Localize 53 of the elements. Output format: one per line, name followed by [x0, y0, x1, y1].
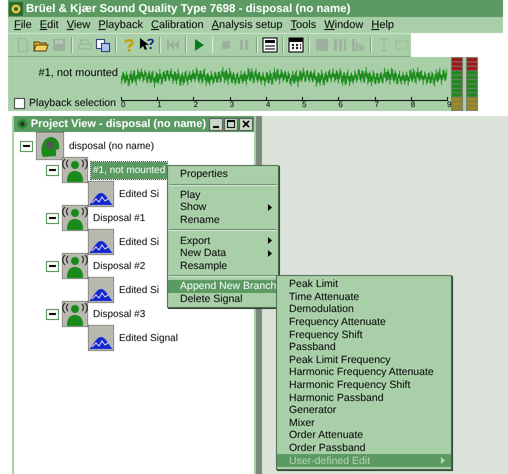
menu-item[interactable]: File — [14, 19, 37, 31]
tick-label: 9 — [447, 100, 452, 109]
menu-item[interactable]: Edit — [40, 19, 64, 31]
menu-item[interactable]: Harmonic Passband — [277, 391, 451, 404]
window-title: Brüel & Kjær Sound Quality Type 7698 - disposal (no name) — [26, 2, 350, 14]
menu-item[interactable]: Passband — [277, 340, 451, 354]
menu-item[interactable]: Peak Limit Frequency — [277, 354, 451, 366]
menu-item[interactable]: Order Passband — [277, 442, 451, 454]
menu-item[interactable]: Export — [168, 234, 278, 247]
menu-item[interactable]: Frequency Attenuate — [277, 316, 451, 328]
menu-item[interactable]: Properties — [168, 168, 278, 181]
menu-item[interactable]: View — [66, 19, 96, 31]
menu-item[interactable]: Playback — [98, 19, 148, 31]
menu-item[interactable]: Time Attenuate — [277, 290, 451, 304]
tree-item[interactable]: Edited Si — [117, 282, 162, 298]
menu-item[interactable]: Help — [371, 19, 400, 31]
tick-label: 0 — [121, 100, 126, 109]
tick-label: 6 — [338, 100, 343, 109]
tree-item[interactable]: disposal (no name) — [67, 138, 156, 154]
menu-item[interactable]: Calibration — [151, 19, 209, 31]
menu-item[interactable]: Play — [168, 188, 278, 202]
menu-item[interactable]: Peak Limit — [277, 278, 451, 291]
menu-item[interactable]: Demodulation — [277, 303, 451, 316]
menu-item[interactable]: Analysis setup — [212, 19, 288, 31]
tree-item[interactable]: Edited Signal — [117, 330, 180, 346]
menu-item[interactable]: Delete Signal — [168, 292, 278, 306]
menu-item[interactable]: Mixer — [277, 416, 451, 430]
tick-label: 7 — [374, 100, 379, 109]
tree-item[interactable]: Disposal #2 — [91, 258, 148, 274]
tree-item[interactable]: Disposal #1 — [91, 210, 148, 226]
tick-label: 4 — [266, 100, 270, 109]
menu-item[interactable]: Harmonic Frequency Shift — [277, 378, 451, 392]
tree-item[interactable]: Edited Si — [117, 234, 162, 250]
menu-item[interactable]: Tools — [290, 19, 322, 31]
menu-item[interactable]: Generator — [277, 404, 451, 417]
tree-item[interactable]: Disposal #3 — [91, 306, 148, 322]
tick-label: 1 — [157, 100, 162, 109]
menu-item[interactable]: Rename — [168, 214, 278, 226]
panel-title: Project View - disposal (no name) — [30, 118, 206, 130]
menu-item[interactable]: Window — [324, 19, 368, 31]
checkbox-label: Playback selection — [29, 97, 116, 109]
tick-label: 3 — [230, 100, 234, 109]
menu-item[interactable]: Show — [168, 201, 278, 214]
tick-label: 8 — [410, 100, 416, 109]
menu-item[interactable]: Frequency Shift — [277, 328, 451, 341]
tick-label: 5 — [302, 100, 307, 109]
channel-label: #1, not mounted — [38, 67, 118, 79]
tick-label: 2 — [193, 100, 198, 109]
tree-item[interactable]: Edited Si — [117, 186, 162, 202]
menu-item[interactable]: Order Attenuate — [277, 429, 451, 442]
menu-item[interactable]: New Data — [168, 246, 278, 260]
menu-item[interactable]: Harmonic Frequency Attenuate — [277, 366, 451, 379]
menu-item[interactable]: Resample — [168, 260, 278, 272]
